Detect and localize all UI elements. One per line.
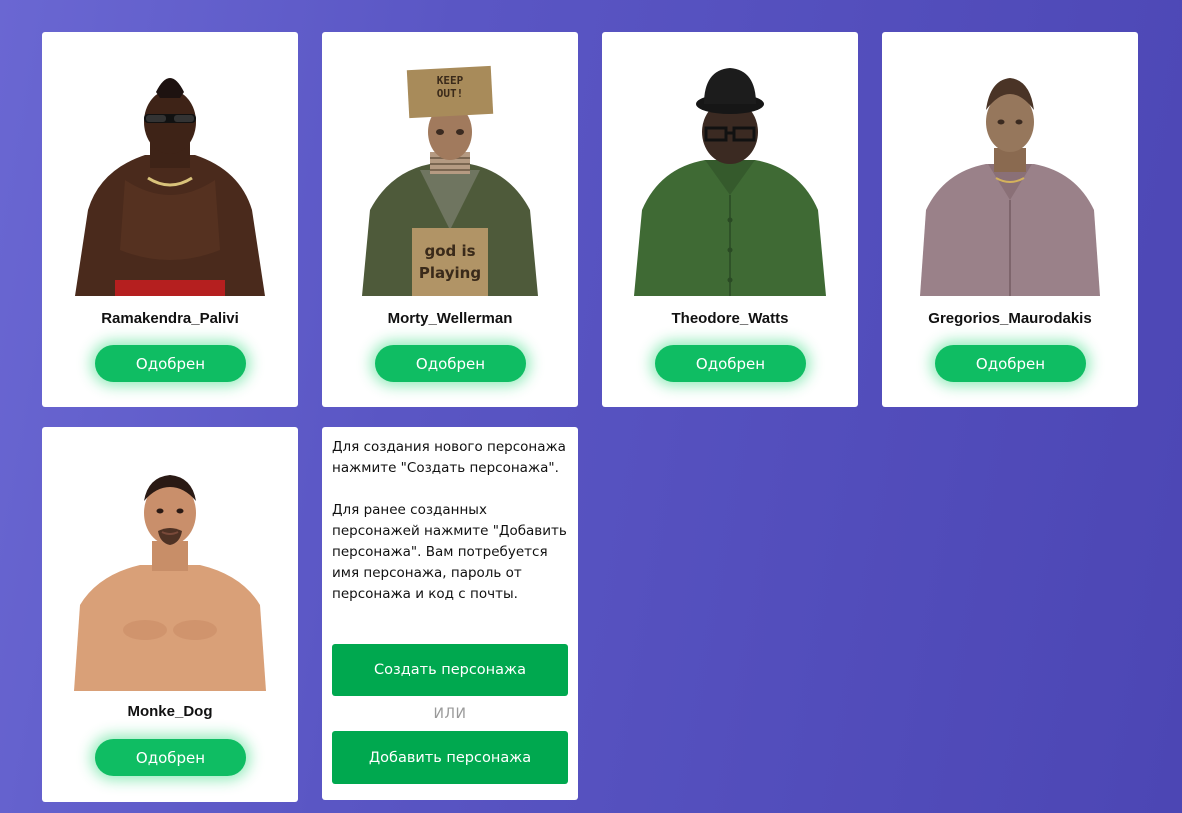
character-card[interactable]: KEEP OUT! god is Playing Morty_Wellerman … [322,32,578,407]
sign-line2: Playing [419,264,481,282]
sign-line1: god is [424,242,475,260]
info-card: Для создания нового персонажа нажмите "С… [322,427,578,800]
info-paragraph-add: Для ранее созданных персонажей нажмите "… [332,502,567,602]
character-name: Theodore_Watts [671,310,789,327]
approved-status-button[interactable]: Одобрен [95,739,246,776]
character-portrait [70,455,270,691]
info-text: Для создания нового персонажа нажмите "С… [332,437,572,605]
character-card[interactable]: Gregorios_Maurodakis Одобрен [882,32,1138,407]
character-portrait [910,60,1110,296]
character-portrait [70,60,270,296]
create-character-button[interactable]: Создать персонажа [332,644,568,696]
approved-status-button[interactable]: Одобрен [935,345,1086,382]
character-name: Morty_Wellerman [387,310,513,327]
box-hat-text: KEEP OUT! [437,74,464,100]
character-card[interactable]: Theodore_Watts Одобрен [602,32,858,407]
approved-status-button[interactable]: Одобрен [655,345,806,382]
character-name: Monke_Dog [127,703,213,720]
character-card[interactable]: Monke_Dog Одобрен [42,427,298,802]
character-name: Gregorios_Maurodakis [928,310,1092,327]
character-name: Ramakendra_Palivi [101,310,239,327]
add-character-button[interactable]: Добавить персонажа [332,731,568,784]
or-label: ИЛИ [433,706,467,722]
character-portrait [630,60,830,296]
info-paragraph-create: Для создания нового персонажа нажмите "С… [332,439,566,476]
approved-status-button[interactable]: Одобрен [375,345,526,382]
approved-status-button[interactable]: Одобрен [95,345,246,382]
character-card[interactable]: Ramakendra_Palivi Одобрен [42,32,298,407]
character-portrait: KEEP OUT! god is Playing [350,60,550,296]
